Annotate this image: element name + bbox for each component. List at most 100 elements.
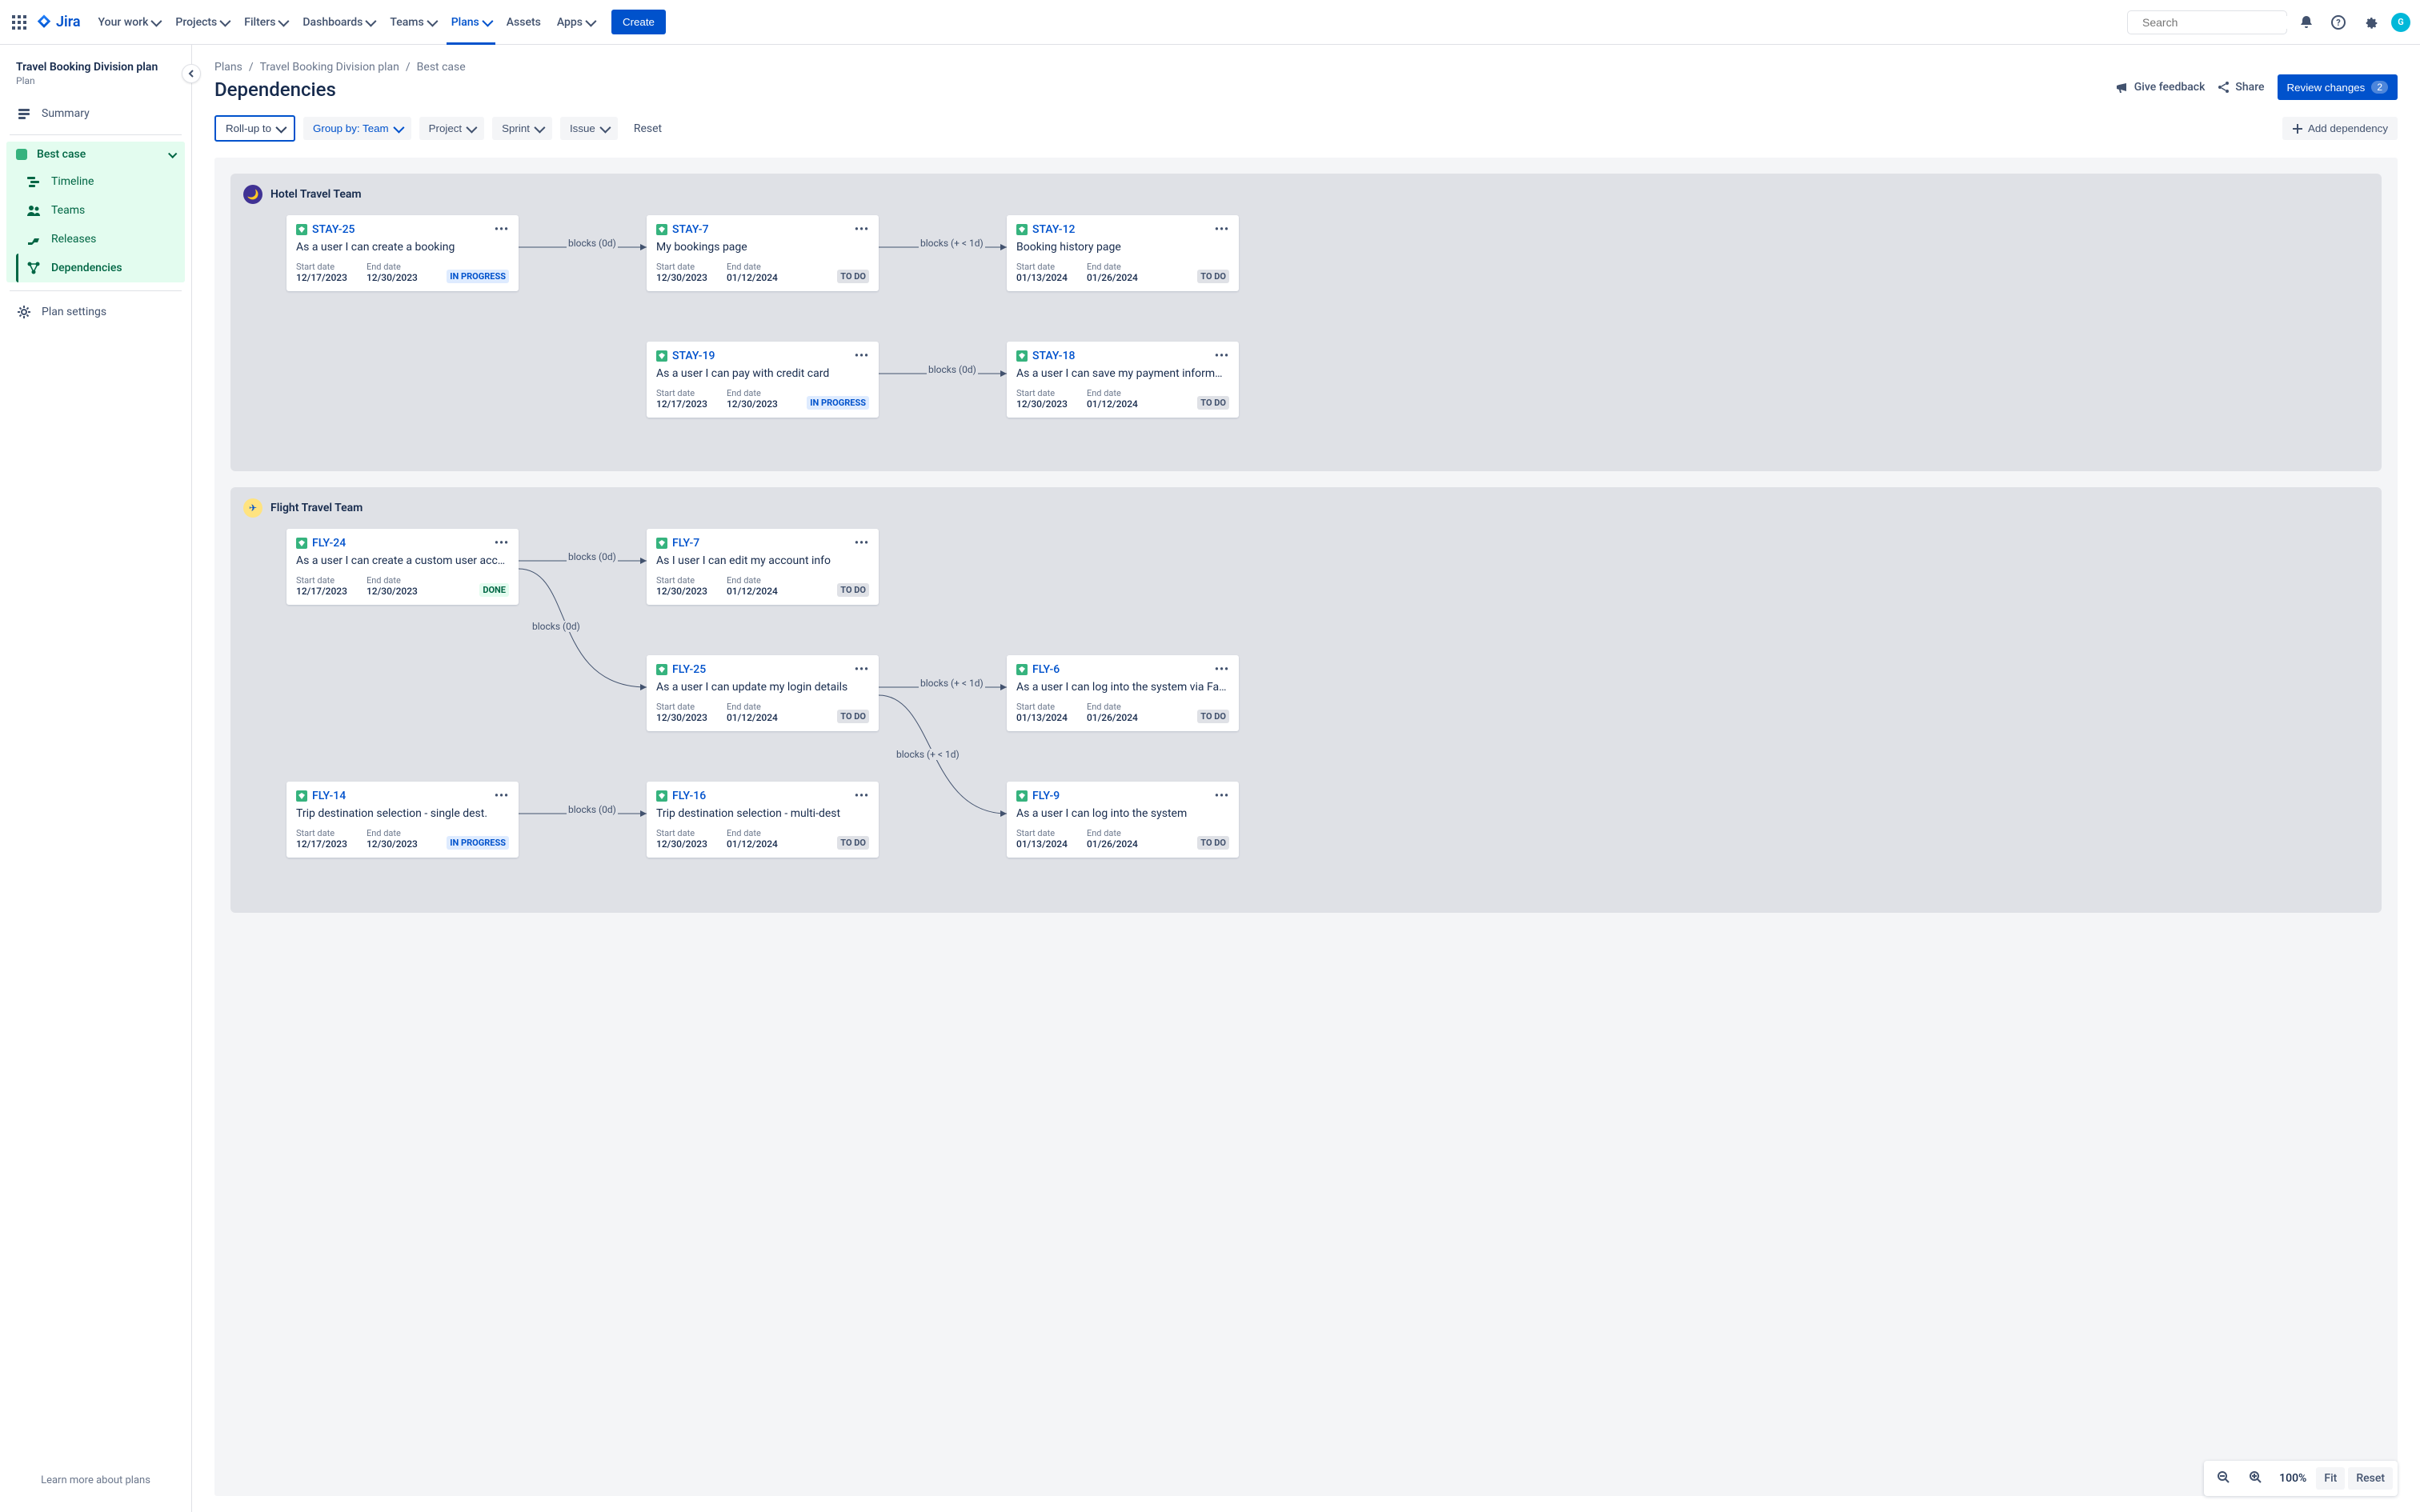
chevron-down-icon xyxy=(366,15,377,26)
dependencies-canvas[interactable]: 🌙Hotel Travel Teamblocks (0d)blocks (+ <… xyxy=(214,158,2398,1496)
end-date-value: 01/12/2024 xyxy=(727,586,778,597)
create-button[interactable]: Create xyxy=(611,10,666,34)
issue-key[interactable]: FLY-14 xyxy=(312,790,346,802)
issue-card[interactable]: FLY-7 ••• As I user I can edit my accoun… xyxy=(647,529,879,605)
issue-key[interactable]: FLY-24 xyxy=(312,537,346,550)
give-feedback-button[interactable]: Give feedback xyxy=(2115,80,2206,94)
zoom-reset-button[interactable]: Reset xyxy=(2348,1467,2393,1490)
issue-summary: As I user I can edit my account info xyxy=(656,554,869,567)
review-changes-button[interactable]: Review changes 2 xyxy=(2278,74,2398,100)
chevron-down-icon xyxy=(482,15,493,26)
sidebar-item-releases[interactable]: Releases xyxy=(16,225,185,254)
card-menu-button[interactable]: ••• xyxy=(855,790,869,802)
sidebar-item-plan-settings[interactable]: Plan settings xyxy=(6,298,185,326)
share-button[interactable]: Share xyxy=(2218,81,2264,94)
issue-key[interactable]: FLY-9 xyxy=(1032,790,1060,802)
card-menu-button[interactable]: ••• xyxy=(855,663,869,676)
dependency-links xyxy=(230,215,2382,471)
zoom-out-button[interactable] xyxy=(2209,1466,2238,1491)
card-menu-button[interactable]: ••• xyxy=(1215,223,1229,236)
zoom-fit-button[interactable]: Fit xyxy=(2316,1467,2345,1490)
issue-card[interactable]: FLY-24 ••• As a user I can create a cust… xyxy=(286,529,519,605)
nav-item-plans[interactable]: Plans xyxy=(443,10,499,35)
issue-card[interactable]: STAY-7 ••• My bookings page Start date 1… xyxy=(647,215,879,291)
end-date-label: End date xyxy=(727,388,778,398)
nav-item-assets[interactable]: Assets xyxy=(499,10,549,35)
end-date-value: 01/26/2024 xyxy=(1087,838,1138,850)
nav-item-your-work[interactable]: Your work xyxy=(90,10,168,35)
card-menu-button[interactable]: ••• xyxy=(1215,350,1229,362)
issue-key[interactable]: STAY-18 xyxy=(1032,350,1075,362)
sprint-filter[interactable]: Sprint xyxy=(492,117,552,140)
issue-card[interactable]: FLY-9 ••• As a user I can log into the s… xyxy=(1007,782,1239,858)
story-icon xyxy=(296,790,307,802)
help-icon[interactable]: ? xyxy=(2326,10,2351,35)
issue-key[interactable]: FLY-7 xyxy=(672,537,699,550)
app-switcher-icon[interactable] xyxy=(10,13,29,32)
issue-card[interactable]: FLY-16 ••• Trip destination selection - … xyxy=(647,782,879,858)
issue-key[interactable]: FLY-16 xyxy=(672,790,706,802)
nav-item-dashboards[interactable]: Dashboards xyxy=(294,10,382,35)
issue-card[interactable]: STAY-18 ••• As a user I can save my paym… xyxy=(1007,342,1239,418)
issue-card[interactable]: STAY-25 ••• As a user I can create a boo… xyxy=(286,215,519,291)
user-avatar[interactable]: G xyxy=(2391,13,2410,32)
start-date-value: 12/30/2023 xyxy=(656,272,707,283)
breadcrumb-item[interactable]: Best case xyxy=(417,61,466,74)
start-date-value: 12/30/2023 xyxy=(656,838,707,850)
issue-key[interactable]: STAY-19 xyxy=(672,350,715,362)
jira-logo[interactable]: Jira xyxy=(35,14,81,31)
search-box[interactable] xyxy=(2127,10,2287,34)
notifications-icon[interactable] xyxy=(2294,10,2319,35)
issue-card[interactable]: STAY-12 ••• Booking history page Start d… xyxy=(1007,215,1239,291)
settings-icon[interactable] xyxy=(2358,10,2383,35)
status-badge: TO DO xyxy=(1197,396,1229,410)
groupby-filter[interactable]: Group by: Team xyxy=(303,117,411,140)
end-date-value: 12/30/2023 xyxy=(367,586,418,597)
issue-card[interactable]: FLY-14 ••• Trip destination selection - … xyxy=(286,782,519,858)
issue-key[interactable]: FLY-25 xyxy=(672,663,706,676)
card-menu-button[interactable]: ••• xyxy=(495,790,509,802)
breadcrumb-item[interactable]: Travel Booking Division plan xyxy=(260,61,399,74)
issue-key[interactable]: STAY-12 xyxy=(1032,223,1075,236)
sidebar-footer-link[interactable]: Learn more about plans xyxy=(6,1465,185,1496)
chevron-down-icon xyxy=(275,122,286,133)
start-date-label: Start date xyxy=(1016,388,1068,398)
search-input[interactable] xyxy=(2142,16,2287,29)
sidebar-item-teams[interactable]: Teams xyxy=(16,196,185,225)
nav-item-apps[interactable]: Apps xyxy=(549,10,602,35)
nav-item-teams[interactable]: Teams xyxy=(382,10,443,35)
main-content: Plans / Travel Booking Division plan / B… xyxy=(192,45,2420,1512)
story-icon xyxy=(656,350,667,362)
issue-filter[interactable]: Issue xyxy=(560,117,618,140)
status-badge: IN PROGRESS xyxy=(447,836,509,850)
breadcrumb: Plans / Travel Booking Division plan / B… xyxy=(214,61,2398,74)
card-menu-button[interactable]: ••• xyxy=(855,537,869,550)
sidebar-item-scenario[interactable]: Best case xyxy=(6,142,185,167)
issue-card[interactable]: STAY-19 ••• As a user I can pay with cre… xyxy=(647,342,879,418)
team-header: 🌙Hotel Travel Team xyxy=(230,174,2382,215)
sidebar-item-timeline[interactable]: Timeline xyxy=(16,167,185,196)
card-menu-button[interactable]: ••• xyxy=(1215,790,1229,802)
issue-card[interactable]: FLY-25 ••• As a user I can update my log… xyxy=(647,655,879,731)
zoom-in-button[interactable] xyxy=(2241,1466,2270,1491)
card-menu-button[interactable]: ••• xyxy=(495,537,509,550)
breadcrumb-item[interactable]: Plans xyxy=(214,61,242,74)
card-menu-button[interactable]: ••• xyxy=(1215,663,1229,676)
nav-item-projects[interactable]: Projects xyxy=(167,10,236,35)
card-menu-button[interactable]: ••• xyxy=(855,350,869,362)
zoom-controls: 100% Fit Reset xyxy=(2204,1461,2398,1496)
reset-filters-button[interactable]: Reset xyxy=(626,117,670,141)
issue-key[interactable]: STAY-7 xyxy=(672,223,709,236)
project-filter[interactable]: Project xyxy=(419,117,484,140)
nav-item-filters[interactable]: Filters xyxy=(236,10,294,35)
rollup-filter[interactable]: Roll-up to xyxy=(214,115,295,142)
sidebar-item-summary[interactable]: Summary xyxy=(6,99,185,128)
card-menu-button[interactable]: ••• xyxy=(495,223,509,236)
card-menu-button[interactable]: ••• xyxy=(855,223,869,236)
releases-icon xyxy=(26,231,42,247)
issue-key[interactable]: STAY-25 xyxy=(312,223,355,236)
issue-key[interactable]: FLY-6 xyxy=(1032,663,1060,676)
sidebar-item-dependencies[interactable]: Dependencies xyxy=(16,254,185,282)
add-dependency-button[interactable]: Add dependency xyxy=(2282,117,2398,140)
issue-card[interactable]: FLY-6 ••• As a user I can log into the s… xyxy=(1007,655,1239,731)
